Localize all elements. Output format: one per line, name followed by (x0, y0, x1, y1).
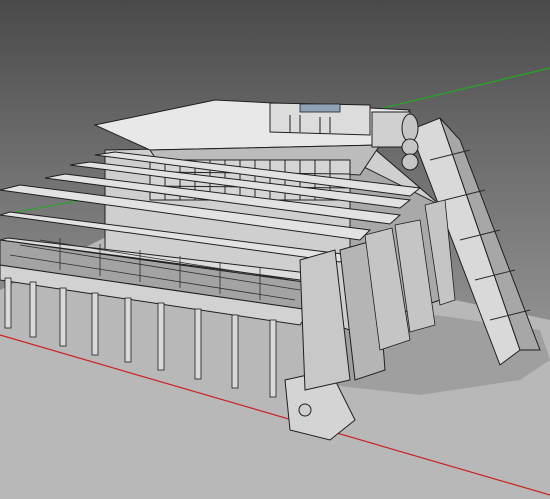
3d-viewport[interactable] (0, 0, 550, 499)
scene[interactable] (0, 0, 550, 499)
